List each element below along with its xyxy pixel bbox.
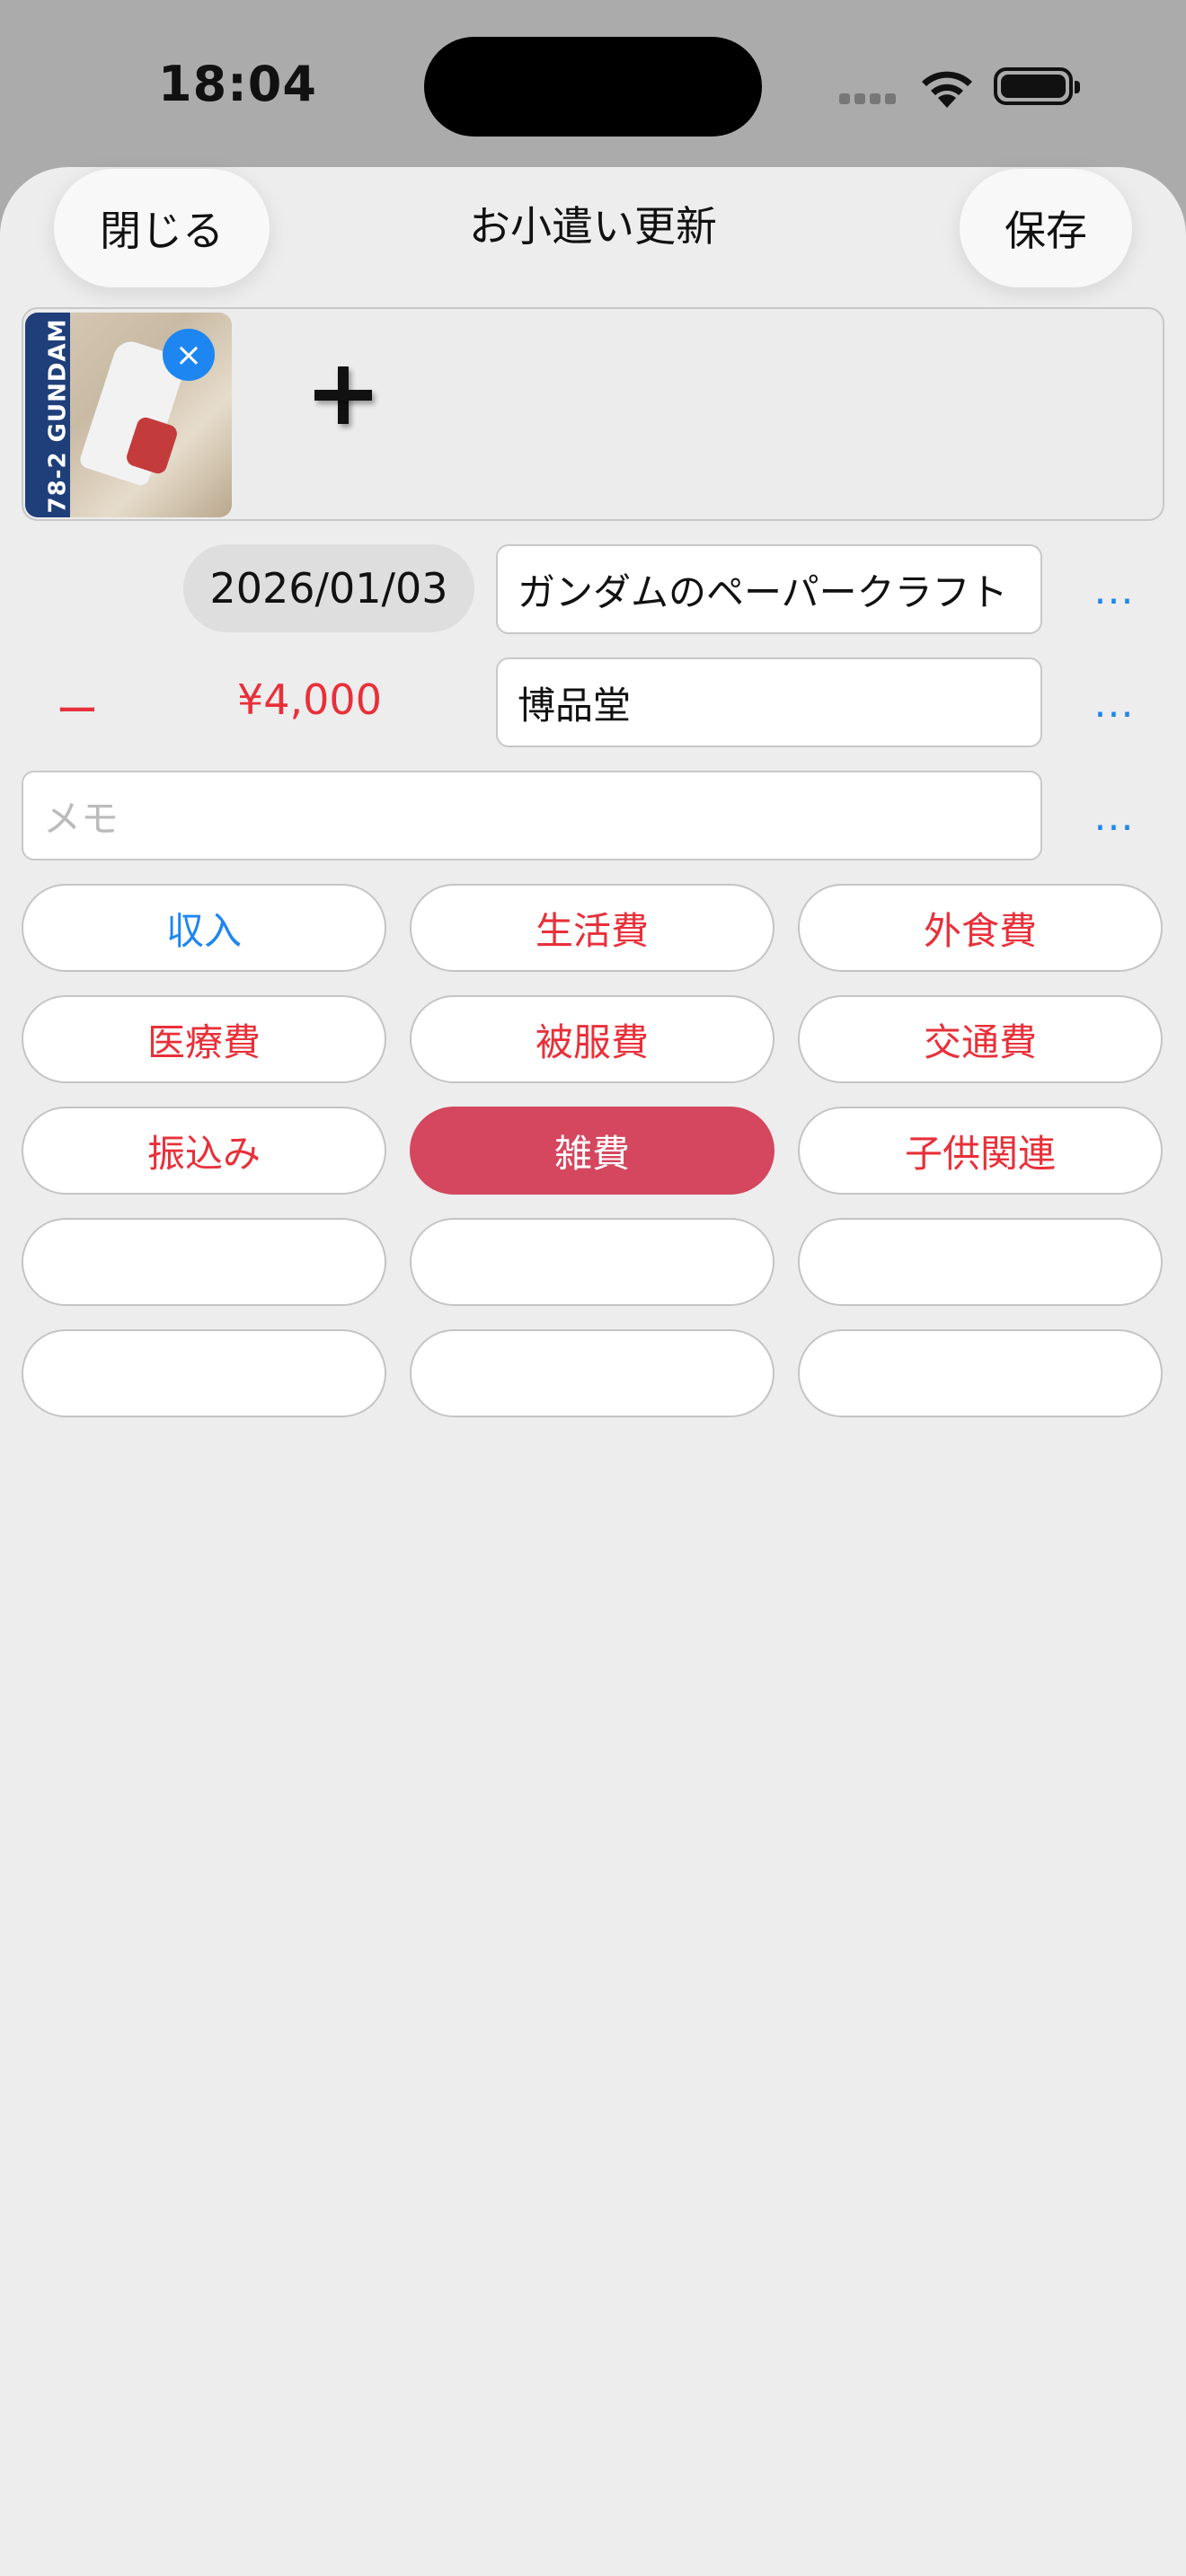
memo-more-button[interactable]: ...	[1087, 794, 1141, 840]
amount-field[interactable]: ¥4,000	[237, 675, 382, 724]
status-bar: 18:04	[0, 0, 1186, 167]
category-button[interactable]: 被服費	[410, 995, 774, 1083]
category-button-empty[interactable]	[22, 1218, 386, 1306]
battery-icon	[994, 67, 1080, 105]
shop-field[interactable]: 博品堂	[496, 657, 1042, 747]
category-button[interactable]: 生活費	[410, 884, 774, 972]
category-button[interactable]: 子供関連	[798, 1107, 1163, 1195]
thumbnail-box-text: 78-2 GUNDAM	[44, 318, 72, 514]
remove-photo-icon[interactable]: ×	[163, 329, 215, 381]
shop-more-button[interactable]: ...	[1087, 681, 1141, 727]
category-button-empty[interactable]	[798, 1218, 1163, 1306]
category-button-empty[interactable]	[798, 1329, 1163, 1417]
category-button-empty[interactable]	[410, 1329, 774, 1417]
category-button-empty[interactable]	[410, 1218, 774, 1306]
thumbnail-box-art: 78-2 GUNDAM	[25, 313, 72, 517]
item-more-button[interactable]: ...	[1087, 568, 1141, 613]
category-button[interactable]: 雑費	[410, 1107, 774, 1195]
wifi-icon	[922, 71, 972, 108]
category-button[interactable]: 交通費	[798, 995, 1163, 1083]
category-button[interactable]: 外食費	[798, 884, 1163, 972]
save-button[interactable]: 保存	[960, 169, 1132, 287]
item-name-field[interactable]: ガンダムのペーパークラフト	[496, 544, 1042, 634]
sign-toggle[interactable]: ー	[56, 675, 99, 738]
category-button[interactable]: 収入	[22, 884, 386, 972]
add-photo-icon[interactable]	[311, 363, 376, 428]
category-button[interactable]: 医療費	[22, 995, 386, 1083]
category-button-empty[interactable]	[22, 1329, 386, 1417]
dynamic-island	[424, 37, 762, 137]
status-time: 18:04	[158, 56, 317, 112]
memo-field[interactable]: メモ	[22, 771, 1042, 860]
cellular-signal-icon	[839, 91, 900, 108]
category-button[interactable]: 振込み	[22, 1107, 386, 1195]
date-picker[interactable]: 2026/01/03	[183, 544, 474, 632]
